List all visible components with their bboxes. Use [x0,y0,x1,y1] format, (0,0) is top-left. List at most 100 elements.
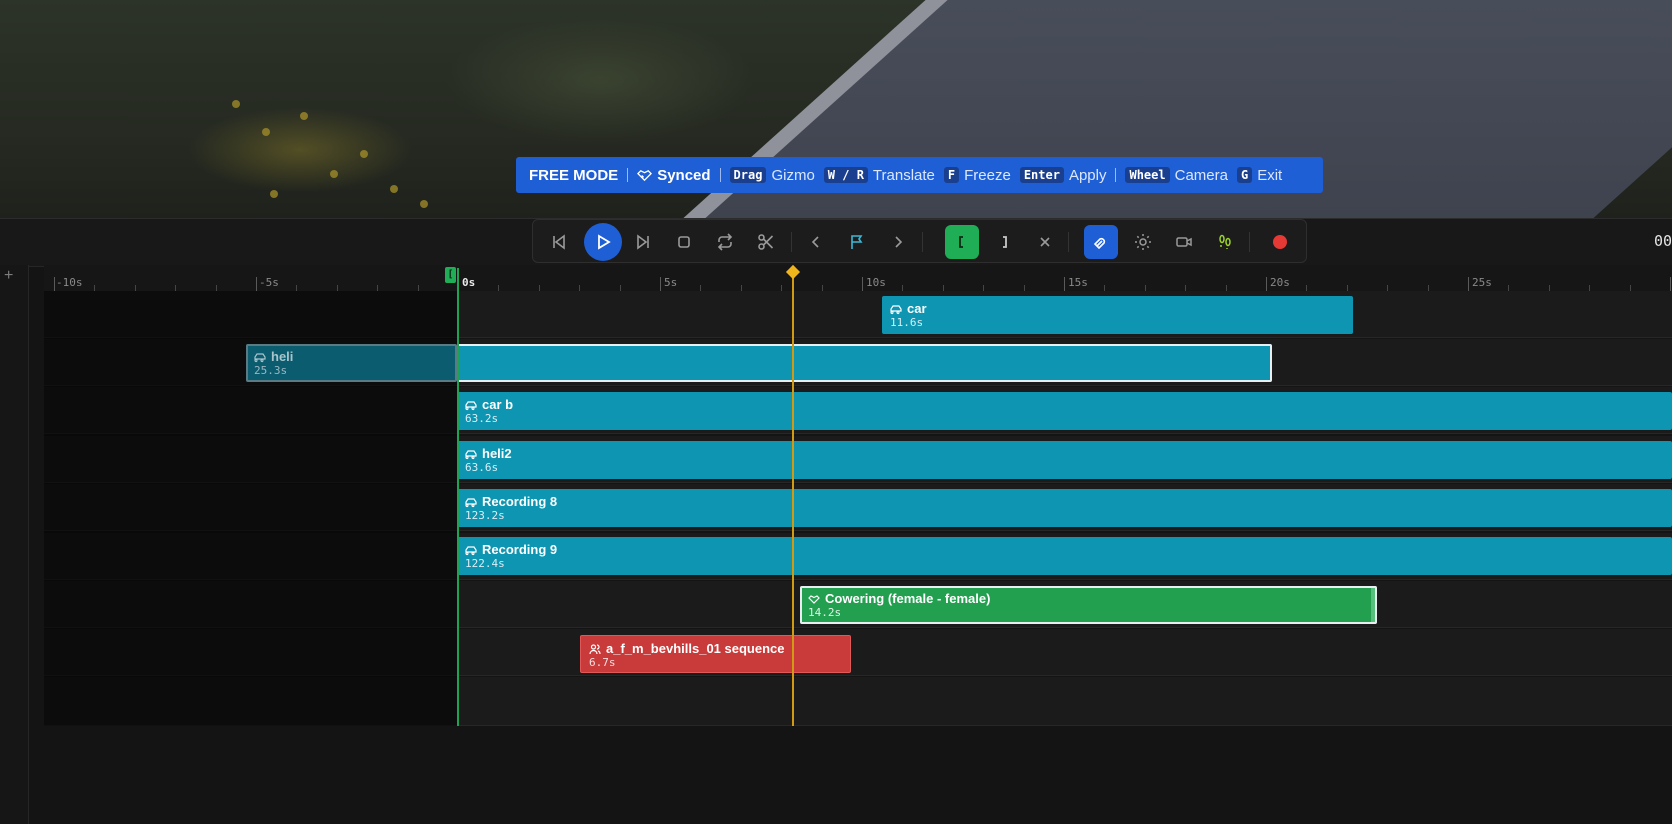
clip-name: Recording 8 [482,494,558,509]
clip-duration: 14.2s [808,606,842,619]
clip-recording-8[interactable]: Recording 8 123.2s [457,489,1672,527]
divider [627,168,629,182]
clip-car-b[interactable]: car b 63.2s [457,392,1672,430]
clip-heli-pre[interactable]: heli 25.3s [246,344,457,382]
ruler-tick [1266,277,1267,291]
sync-status: Synced [637,166,711,184]
hint-label: Translate [872,166,935,184]
skip-forward-icon [637,234,649,250]
hint-translate: W / R Translate [823,166,935,184]
clear-range-button[interactable] [1028,225,1062,259]
play-button[interactable] [584,223,622,261]
hint-label: Gizmo [771,166,815,184]
key-freeze: F [943,167,960,183]
time-readout: 00 [1653,232,1672,250]
magnet-snap-button[interactable] [1084,225,1118,259]
synced-label: Synced [657,166,711,184]
hint-label: Exit [1257,166,1283,184]
magnet-icon [1093,237,1106,250]
ruler-tick [256,277,257,291]
clip-duration: 11.6s [890,316,924,329]
clip-car[interactable]: car 11.6s [882,296,1353,334]
hint-drag: Drag Gizmo [729,166,815,184]
ruler-label: 5s [664,276,678,289]
stop-icon [678,236,690,248]
playhead-line [792,268,794,726]
clip-name: car b [482,397,514,412]
mark-out-button[interactable] [987,225,1021,259]
hint-label: Freeze [964,166,1011,184]
divider [1068,232,1069,252]
ruler-label: 25s [1472,276,1492,289]
divider [1115,168,1117,182]
clip-name: heli2 [482,446,512,461]
ruler-tick [1468,277,1469,291]
add-track-button[interactable]: + [4,268,13,284]
clip-cowering[interactable]: Cowering (female - female) 14.2s [800,586,1377,624]
skip-back-button[interactable] [542,225,576,259]
ruler-label: 10s [866,276,886,289]
flower [360,150,368,158]
ruler-label: 15s [1068,276,1088,289]
car-icon [465,400,477,410]
loop-button[interactable] [708,225,742,259]
record-button[interactable] [1263,225,1297,259]
mode-label: FREE MODE [529,166,619,184]
bracket-close-icon [1003,236,1007,248]
clip-heli2[interactable]: heli2 63.6s [457,441,1672,479]
divider [791,232,792,252]
flag-icon [851,235,863,249]
start-marker-handle[interactable]: [ [445,267,456,283]
time-ruler[interactable]: -10s -5s 0s 5s 10s 15s 20s 25s [44,265,1672,292]
clip-ped-sequence[interactable]: a_f_m_bevhills_01 sequence 6.7s [580,635,851,673]
stop-button[interactable] [667,225,701,259]
clip-heli[interactable] [457,344,1272,382]
clip-recording-9[interactable]: Recording 9 122.4s [457,537,1672,575]
users-icon [589,643,601,654]
ruler-label-zero: 0s [462,276,476,289]
hint-camera: Wheel Camera [1125,167,1228,184]
prev-marker-button[interactable] [799,225,833,259]
flower [232,100,240,108]
car-icon [254,352,266,362]
car-icon [465,545,477,555]
divider [922,232,923,252]
car-icon [890,304,902,314]
clip-duration: 122.4s [465,557,505,570]
car-icon [465,497,477,507]
clip-duration: 63.6s [465,461,499,474]
clip-name: car [907,301,927,316]
key-exit: G [1236,167,1253,183]
play-icon [598,234,611,250]
cut-button[interactable] [749,225,783,259]
clip-name: a_f_m_bevhills_01 sequence [606,641,785,656]
key-drag: Drag [729,167,767,183]
footsteps-icon [1219,234,1231,249]
footsteps-button[interactable] [1208,225,1242,259]
clip-name: Recording 9 [482,542,558,557]
hint-label: Apply [1068,166,1107,184]
flower [330,170,338,178]
clip-duration: 63.2s [465,412,499,425]
next-marker-button[interactable] [881,225,915,259]
key-translate: W / R [823,167,868,183]
marker-flag-button[interactable] [840,225,874,259]
camera-button[interactable] [1167,225,1201,259]
light-button[interactable] [1126,225,1160,259]
ruler-tick [54,277,55,291]
clip-name: Cowering (female - female) [825,591,991,606]
mark-in-button[interactable] [945,225,979,259]
clip-duration: 25.3s [254,364,288,377]
sun-icon [1135,234,1151,250]
flower [300,112,308,120]
ruler-label: 20s [1270,276,1290,289]
handshake-icon [808,594,820,604]
skip-forward-button[interactable] [626,225,660,259]
start-marker-line [457,268,459,726]
transport-toolbar [532,219,1307,263]
flower [262,128,270,136]
flower [390,185,398,193]
hint-exit: G Exit [1236,166,1283,184]
clip-duration: 6.7s [589,656,616,669]
track-header-column [0,265,29,824]
